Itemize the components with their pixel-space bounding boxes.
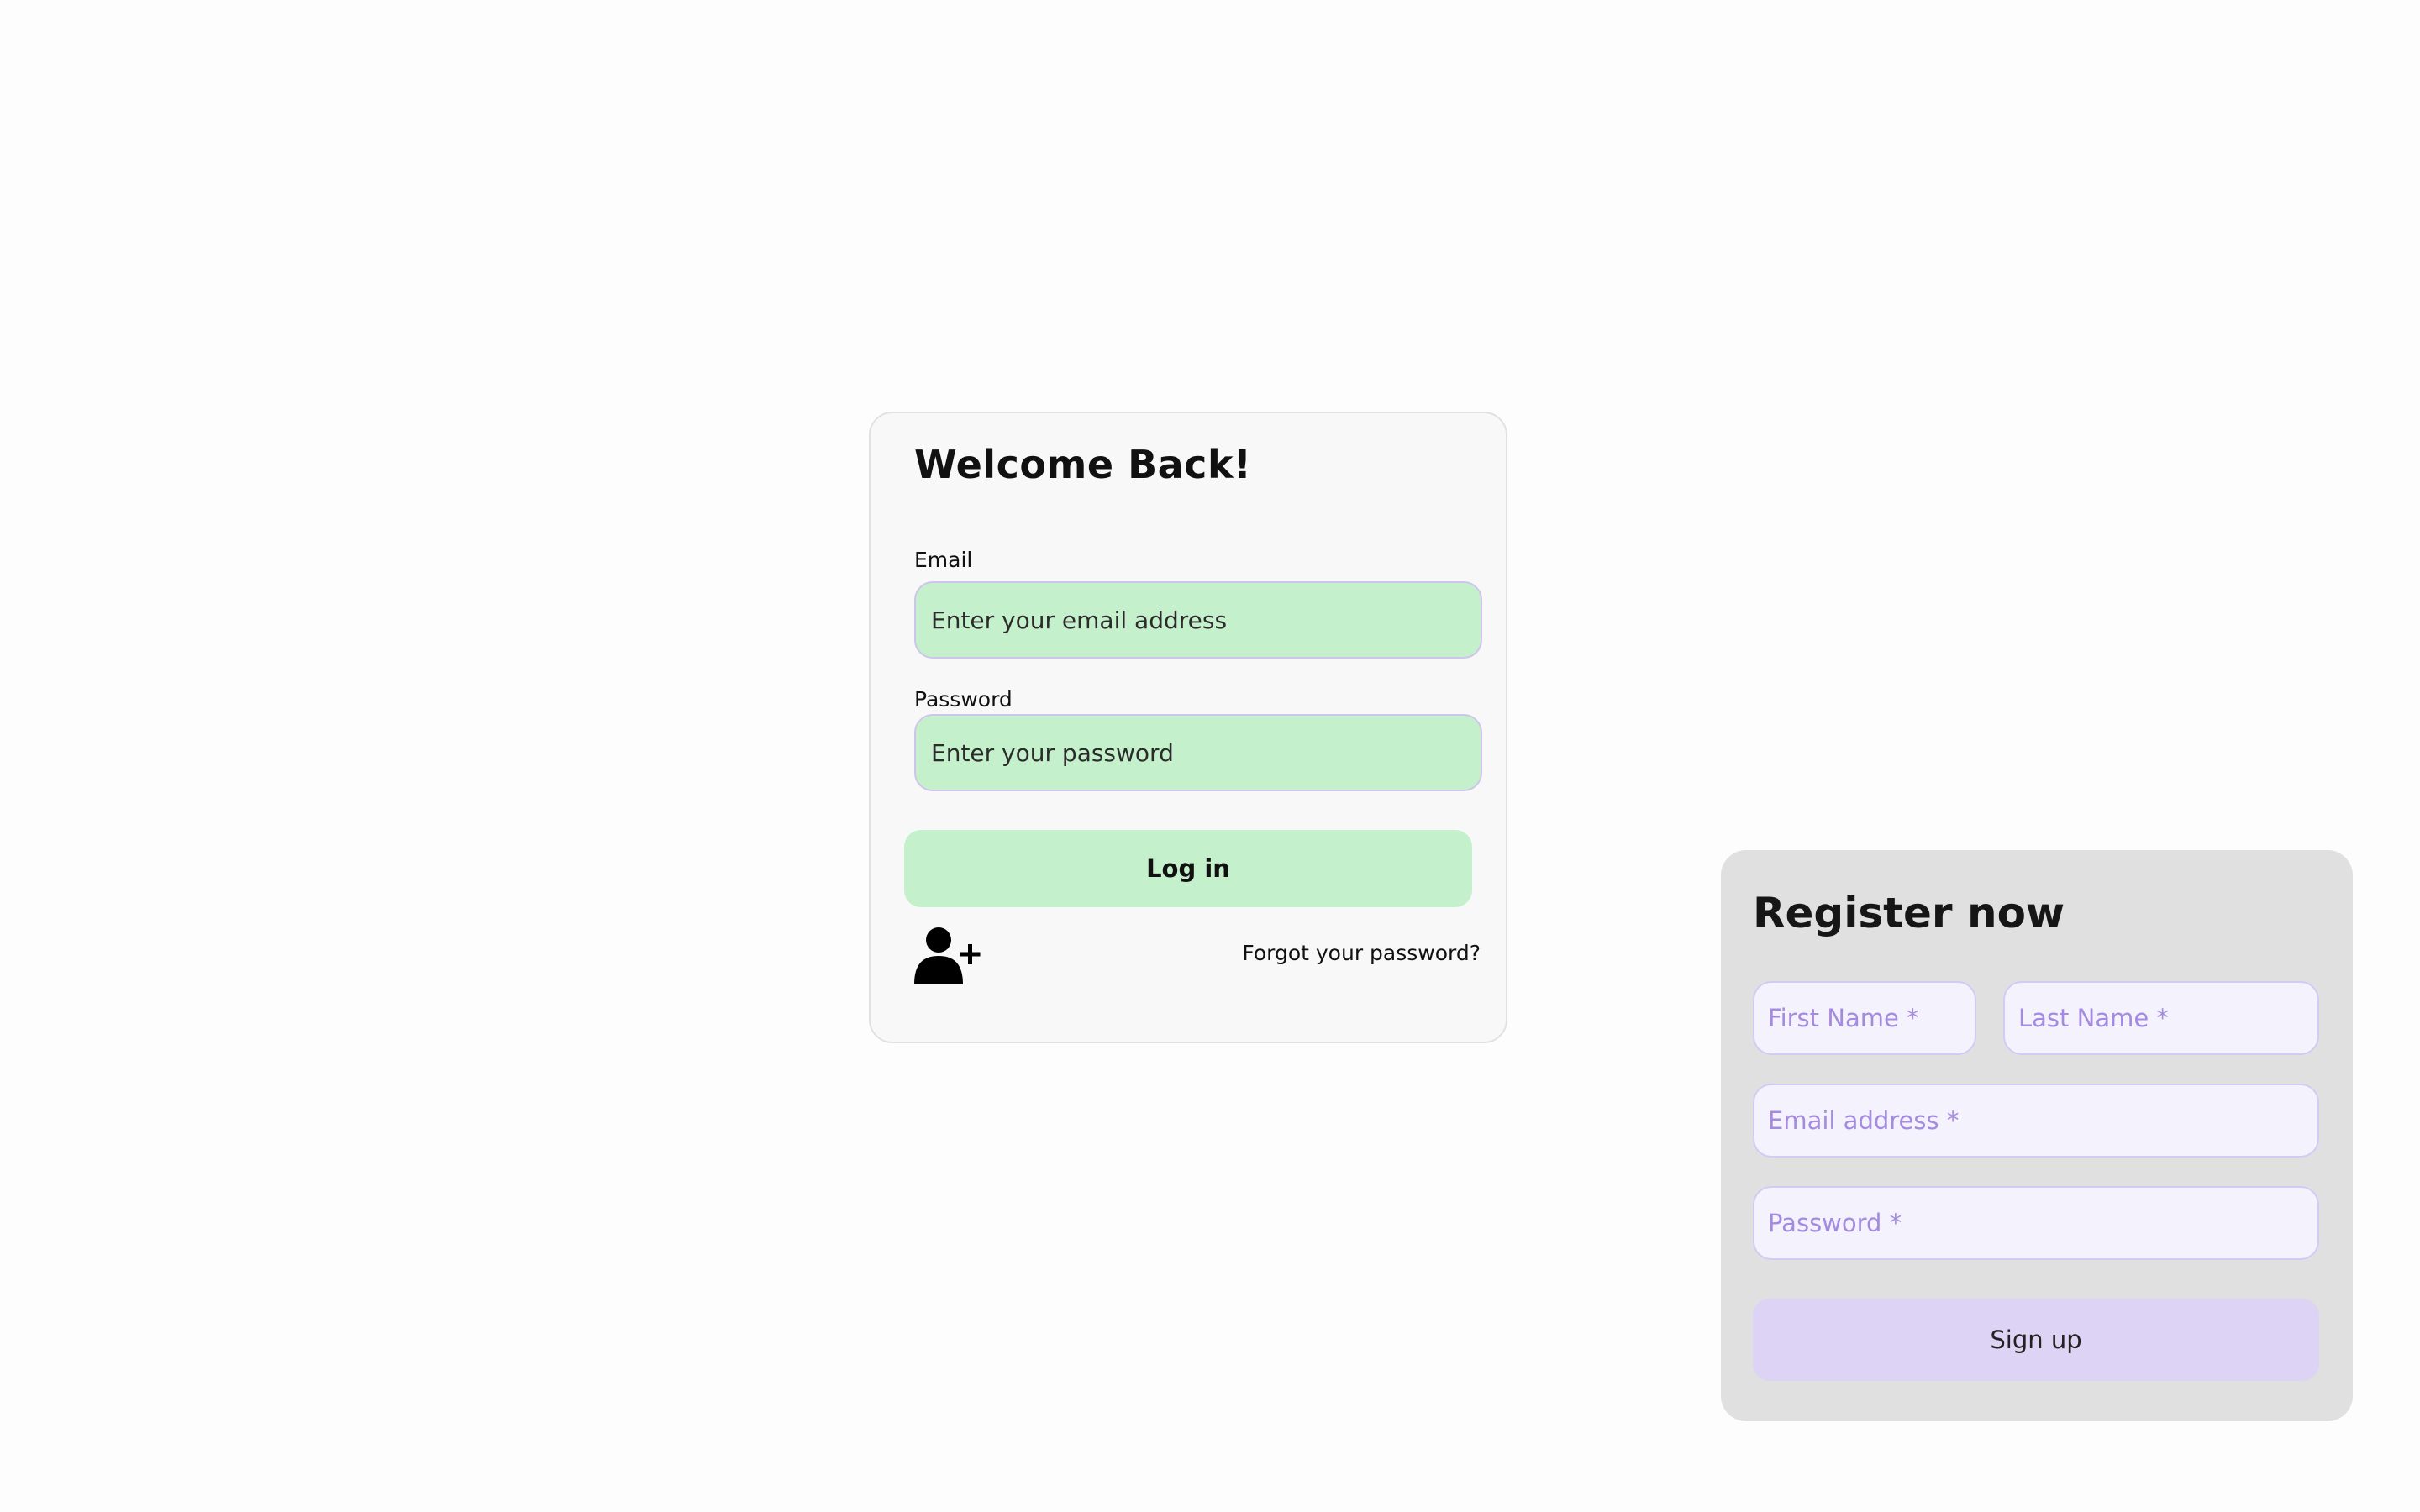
forgot-password-link[interactable]: Forgot your password?	[1242, 941, 1481, 965]
register-email-input[interactable]	[1753, 1084, 2319, 1158]
user-plus-icon[interactable]	[914, 926, 985, 984]
register-password-input[interactable]	[1753, 1186, 2319, 1260]
password-input[interactable]	[914, 714, 1482, 791]
last-name-input[interactable]	[2003, 981, 2319, 1055]
email-input[interactable]	[914, 581, 1482, 659]
login-title: Welcome Back!	[914, 442, 1252, 487]
email-label: Email	[914, 548, 973, 572]
login-card: Welcome Back! Email Password Log in Forg…	[869, 412, 1507, 1043]
password-label: Password	[914, 687, 1013, 711]
register-card: Register now Sign up	[1721, 850, 2353, 1421]
first-name-input[interactable]	[1753, 981, 1976, 1055]
register-title: Register now	[1753, 889, 2065, 937]
login-button[interactable]: Log in	[904, 830, 1472, 907]
signup-button[interactable]: Sign up	[1753, 1299, 2319, 1381]
